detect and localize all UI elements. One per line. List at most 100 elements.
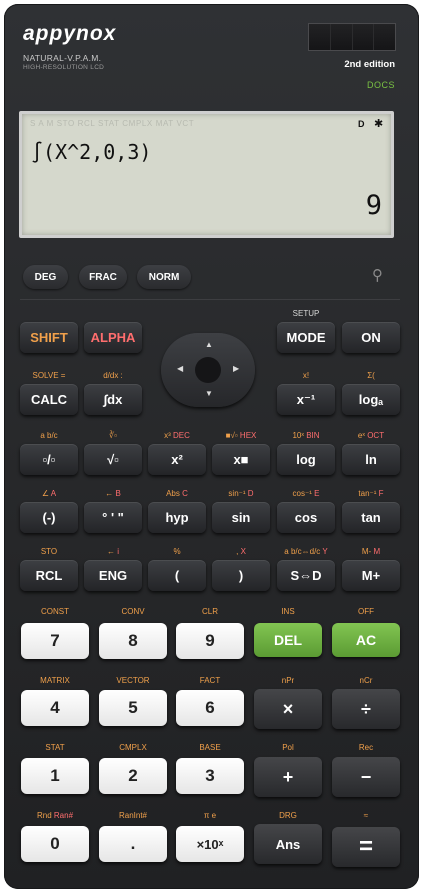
label-factorial: x! xyxy=(302,371,310,380)
decimal-key[interactable]: . xyxy=(99,826,167,862)
arrow-down-icon[interactable]: ▼ xyxy=(205,389,213,398)
fraction-key[interactable]: ▫/▫ xyxy=(20,444,78,475)
solar-panel xyxy=(308,23,396,51)
on-key[interactable]: ON xyxy=(342,322,400,353)
label-pi-e: π e xyxy=(203,811,217,820)
result-line: 9 xyxy=(365,190,382,221)
label-ex-oct: eˣ OCT xyxy=(357,431,385,440)
label-rec: Rec xyxy=(358,743,374,752)
sd-key[interactable]: S⇔D xyxy=(277,560,335,591)
status-indicators: S A M STO RCL STAT CMPLX MAT VCT xyxy=(30,119,195,128)
close-paren-key[interactable]: ) xyxy=(212,560,270,591)
label-matrix: MATRIX xyxy=(40,676,70,685)
ac-key[interactable]: AC xyxy=(332,623,400,657)
exp10-key[interactable]: ×10ˣ xyxy=(176,826,244,862)
square-key[interactable]: x² xyxy=(148,444,206,475)
label-ranint: RanInt# xyxy=(118,811,148,820)
label-const: CONST xyxy=(41,607,69,616)
label-approx: ≈ xyxy=(363,811,369,820)
label-off: OFF xyxy=(358,607,374,616)
label-drg: DRG xyxy=(279,811,297,820)
digit-5-key[interactable]: 5 xyxy=(99,690,167,726)
label-npr: nPr xyxy=(281,676,295,685)
eng-key[interactable]: ENG xyxy=(84,560,142,591)
angle-indicator: D xyxy=(358,119,365,129)
label-vector: VECTOR xyxy=(116,676,150,685)
label-clr: CLR xyxy=(201,607,218,616)
sin-key[interactable]: sin xyxy=(212,502,270,533)
label-ncr: nCr xyxy=(359,676,373,685)
alpha-key[interactable]: ALPHA xyxy=(84,322,142,353)
digit-1-key[interactable]: 1 xyxy=(21,758,89,794)
digit-0-key[interactable]: 0 xyxy=(21,826,89,862)
loga-key[interactable]: logₐ xyxy=(342,384,400,415)
rcl-key[interactable]: RCL xyxy=(20,560,78,591)
label-ins: INS xyxy=(281,607,295,616)
label-cube-dec: x³ DEC xyxy=(164,431,190,440)
brand-logo: appynox xyxy=(23,22,117,45)
label-fact: FACT xyxy=(199,676,221,685)
label-acos-e: cos⁻¹ E xyxy=(292,489,320,498)
label-percent: % xyxy=(173,547,181,556)
brand-subtitle: NATURAL-V.P.A.M. xyxy=(23,53,102,63)
label-ddx: d/dx : xyxy=(103,371,123,380)
open-paren-key[interactable]: ( xyxy=(148,560,206,591)
label-abc: a b/c xyxy=(40,431,58,440)
digit-3-key[interactable]: 3 xyxy=(176,758,244,794)
label-abs-c: Abs C xyxy=(166,489,188,498)
power-key[interactable]: x■ xyxy=(212,444,270,475)
del-key[interactable]: DEL xyxy=(254,623,322,657)
negative-key[interactable]: (-) xyxy=(20,502,78,533)
label-setup: SETUP xyxy=(292,309,320,318)
digit-8-key[interactable]: 8 xyxy=(99,623,167,659)
mplus-key[interactable]: M+ xyxy=(342,560,400,591)
digit-2-key[interactable]: 2 xyxy=(99,758,167,794)
label-solve: SOLVE = xyxy=(32,371,66,380)
tan-key[interactable]: tan xyxy=(342,502,400,533)
digit-7-key[interactable]: 7 xyxy=(21,623,89,659)
calc-key[interactable]: CALC xyxy=(20,384,78,415)
frac-toggle[interactable]: FRAC xyxy=(79,265,127,289)
expression-line: ∫(X^2,0,3) xyxy=(31,140,152,164)
multiply-key[interactable]: × xyxy=(254,689,322,729)
docs-link[interactable]: DOCS xyxy=(367,80,395,90)
label-larrow-b: ← B xyxy=(105,489,121,498)
gear-icon[interactable]: ✱ xyxy=(374,117,383,130)
digit-6-key[interactable]: 6 xyxy=(176,690,244,726)
arrow-right-icon[interactable]: ▶ xyxy=(233,364,239,373)
label-sto: STO xyxy=(40,547,58,556)
digit-9-key[interactable]: 9 xyxy=(176,623,244,659)
label-cbrt: ∛▫ xyxy=(109,431,117,440)
deg-toggle[interactable]: DEG xyxy=(23,265,68,289)
label-tenx-bin: 10ˣ BIN xyxy=(292,431,320,440)
label-asin-d: sin⁻¹ D xyxy=(228,489,254,498)
ln-key[interactable]: ln xyxy=(342,444,400,475)
log-key[interactable]: log xyxy=(277,444,335,475)
sqrt-key[interactable]: √▫ xyxy=(84,444,142,475)
divide-key[interactable]: ÷ xyxy=(332,689,400,729)
cos-key[interactable]: cos xyxy=(277,502,335,533)
inverse-key[interactable]: x⁻¹ xyxy=(277,384,335,415)
label-nroot-hex: ■√▫ HEX xyxy=(225,431,257,440)
minus-key[interactable]: − xyxy=(332,757,400,797)
arrow-left-icon[interactable]: ◀ xyxy=(177,364,183,373)
label-atan-f: tan⁻¹ F xyxy=(358,489,384,498)
shift-key[interactable]: SHIFT xyxy=(20,322,78,353)
hyp-key[interactable]: hyp xyxy=(148,502,206,533)
norm-toggle[interactable]: NORM xyxy=(137,265,191,289)
integral-key[interactable]: ∫dx xyxy=(84,384,142,415)
dms-key[interactable]: ° ' " xyxy=(84,502,142,533)
equals-key[interactable]: = xyxy=(332,827,400,867)
ans-key[interactable]: Ans xyxy=(254,824,322,864)
label-conv: CONV xyxy=(121,607,145,616)
label-mminus-m: M- M xyxy=(361,547,381,556)
digit-4-key[interactable]: 4 xyxy=(21,690,89,726)
mode-key[interactable]: MODE xyxy=(277,322,335,353)
plus-key[interactable]: + xyxy=(254,757,322,797)
edition-label: 2nd edition xyxy=(344,59,395,70)
direction-pad[interactable]: ▲ ▼ ◀ ▶ xyxy=(161,333,255,407)
magnifier-icon[interactable]: ⚲ xyxy=(372,266,383,284)
arrow-up-icon[interactable]: ▲ xyxy=(205,340,213,349)
brand-subtitle-lcd: HIGH-RESOLUTION LCD xyxy=(23,64,105,71)
label-abcdc-y: a b/c⇔d/c Y xyxy=(284,547,328,556)
